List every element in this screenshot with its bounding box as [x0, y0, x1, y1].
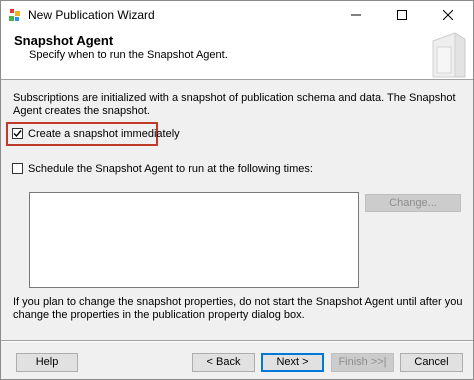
title-bar: New Publication Wizard: [1, 1, 473, 29]
cancel-button[interactable]: Cancel: [400, 353, 463, 372]
back-button[interactable]: < Back: [192, 353, 255, 372]
close-icon: [443, 10, 453, 20]
help-button[interactable]: Help: [16, 353, 78, 372]
minimize-icon: [351, 14, 361, 16]
wizard-header: Snapshot Agent Specify when to run the S…: [1, 29, 473, 80]
next-button[interactable]: Next >: [261, 353, 324, 372]
wizard-banner-graphic: [425, 29, 469, 79]
minimize-button[interactable]: [333, 1, 379, 29]
intro-text: Subscriptions are initialized with a sna…: [13, 92, 456, 117]
wizard-window: New Publication Wizard Snapshot Agent Sp…: [0, 0, 474, 380]
checkmark-icon: [13, 130, 22, 138]
schedule-checkbox[interactable]: [12, 163, 23, 174]
close-button[interactable]: [425, 1, 471, 29]
footer-divider: [1, 340, 473, 342]
window-title: New Publication Wizard: [28, 8, 155, 22]
maximize-icon: [397, 10, 407, 20]
wizard-app-icon: [8, 7, 24, 23]
page-title: Snapshot Agent: [14, 33, 114, 48]
finish-button[interactable]: Finish >>|: [331, 353, 394, 372]
page-subtitle: Specify when to run the Snapshot Agent.: [29, 49, 228, 61]
change-button[interactable]: Change...: [365, 194, 461, 212]
create-snapshot-label[interactable]: Create a snapshot immediately: [28, 128, 180, 140]
create-snapshot-checkbox[interactable]: [12, 128, 23, 139]
schedule-label[interactable]: Schedule the Snapshot Agent to run at th…: [28, 163, 313, 175]
schedule-display: [29, 192, 359, 288]
note-text: If you plan to change the snapshot prope…: [13, 296, 463, 321]
maximize-button[interactable]: [379, 1, 425, 29]
